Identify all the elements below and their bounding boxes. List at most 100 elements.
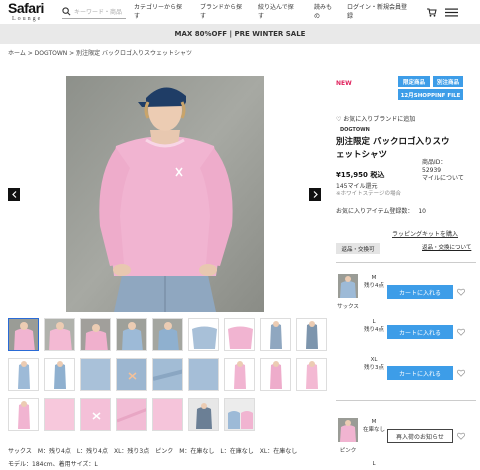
favorite-count: お気に入りアイテム登録数： 10 [336, 206, 426, 215]
thumbnail[interactable] [152, 318, 183, 351]
menu-icon[interactable] [445, 8, 458, 17]
nav-reading[interactable]: 読みも の [314, 3, 336, 21]
cart-icon[interactable] [427, 8, 437, 17]
variant-color-pink: ピンク [339, 448, 357, 454]
thumbnail[interactable] [8, 358, 39, 391]
thumbnail[interactable] [224, 358, 255, 391]
stock-summary: サックス M：残り4点 L：残り4点 XL：残り3点 ピンク M：在庫なし L：… [8, 448, 298, 455]
prev-photo-button[interactable] [8, 188, 20, 201]
model-info: モデル：184cm、着用サイズ：L [8, 461, 98, 468]
heart-icon[interactable] [457, 432, 465, 440]
sale-banner-text: MAX 80%OFF | PRE WINTER SALE [174, 30, 306, 38]
size-name: XL [370, 357, 378, 363]
restock-notify-button[interactable]: 再入荷のお知らせ [387, 429, 453, 443]
tag-shopping-file-text: 12月SHOPPINF FILE [400, 92, 461, 99]
variant-image-pink[interactable] [338, 418, 358, 442]
new-label: NEW [336, 80, 352, 87]
thumbnail[interactable] [80, 398, 111, 431]
thumbnail[interactable] [152, 398, 183, 431]
nav-category-line2: す [134, 13, 141, 20]
thumbnail[interactable] [224, 398, 255, 431]
nav-brand-line2: す [200, 13, 207, 20]
thumbnail[interactable] [152, 358, 183, 391]
heart-icon[interactable] [457, 288, 465, 296]
thumbnail[interactable] [80, 318, 111, 351]
miles-note: ※ホワイトステージの場合 [336, 191, 401, 197]
thumbnail[interactable] [116, 318, 147, 351]
product-id-block: 商品ID： 52939 マイルについて [422, 159, 468, 183]
size-name: L [372, 319, 376, 325]
wrapping-kit-link[interactable]: ラッピングキットを購入 [392, 229, 458, 238]
thumbnail[interactable] [8, 318, 39, 351]
favorite-count-label: お気に入りアイテム登録数： [336, 208, 414, 215]
tag-special-order-text: 別注商品 [436, 79, 459, 86]
nav-reading-line2: の [314, 13, 321, 20]
size-label: M 在庫なし [363, 418, 385, 434]
thumbnail[interactable] [80, 358, 111, 391]
nav-filter[interactable]: 絞り込んで探 す [258, 3, 322, 21]
size-label: M 残り4点 [363, 274, 385, 290]
main-product-photo [66, 76, 264, 312]
add-to-cart-label: カートに入れる [398, 370, 441, 378]
logo-sub-text: Lounge [12, 16, 43, 22]
tag-limited-text: 限定商品 [402, 79, 425, 86]
thumbnail[interactable] [116, 358, 147, 391]
stock-status: 残り3点 [364, 365, 384, 371]
restock-notify-label: 再入荷のお知らせ [396, 433, 444, 441]
nav-login-line1: ログイン・新規会員登 [347, 4, 408, 11]
size-label: XL 残り3点 [363, 356, 385, 372]
stock-status: 在庫なし [363, 427, 386, 433]
variant-image-blue[interactable] [338, 274, 358, 298]
thumbnail[interactable] [296, 358, 327, 391]
add-to-cart-button[interactable]: カートに入れる [387, 366, 453, 380]
nav-brand-line1: ブランドから探 [200, 4, 243, 11]
thumbnail[interactable] [188, 398, 219, 431]
thumbnail[interactable] [224, 318, 255, 351]
add-to-cart-label: カートに入れる [398, 289, 441, 297]
search-icon [62, 7, 71, 16]
product-id-value: 52939 [422, 167, 442, 174]
divider [336, 400, 476, 401]
sale-banner[interactable]: MAX 80%OFF | PRE WINTER SALE [0, 24, 480, 44]
returns-badge-text: 返品・交換可 [341, 246, 375, 253]
breadcrumb[interactable]: ホーム > DOGTOWN > 別注限定 バックロゴ入りスウェットシャツ [8, 48, 192, 57]
size-name: M [371, 275, 377, 281]
returns-info-link[interactable]: 返品・交換について [422, 244, 472, 253]
thumbnail[interactable] [296, 318, 327, 351]
thumbnail[interactable] [260, 358, 291, 391]
thumbnail[interactable] [188, 358, 219, 391]
nav-login-line2: 録 [347, 13, 354, 20]
nav-category-line1: カテゴリーから探 [134, 4, 183, 11]
thumbnail[interactable] [188, 318, 219, 351]
miles-about-link[interactable]: マイルについて [422, 175, 468, 183]
tag-limited: 限定商品 [398, 76, 430, 87]
thumbnail[interactable] [116, 398, 147, 431]
favorite-count-value: 10 [418, 208, 426, 215]
size-name: M [371, 419, 377, 425]
tag-shopping-file: 12月SHOPPINF FILE [398, 89, 463, 100]
brand-name[interactable]: DOGTOWN [340, 127, 370, 133]
nav-filter-line2: す [258, 13, 265, 20]
add-to-cart-button[interactable]: カートに入れる [387, 325, 453, 339]
next-photo-button[interactable] [309, 188, 321, 201]
thumbnail[interactable] [44, 358, 75, 391]
thumbnail[interactable] [44, 398, 75, 431]
add-to-cart-label: カートに入れる [398, 329, 441, 337]
add-to-cart-button[interactable]: カートに入れる [387, 285, 453, 299]
thumbnail[interactable] [260, 318, 291, 351]
nav-login[interactable]: ログイン・新規会員登 録 [347, 3, 413, 21]
heart-icon[interactable] [457, 369, 465, 377]
search-input[interactable]: キーワード・商品 [62, 5, 126, 19]
site-logo[interactable]: Safari Lounge [8, 1, 54, 22]
variant-color-blue: サックス [337, 304, 359, 310]
nav-category[interactable]: カテゴリーから探 す [134, 3, 198, 21]
heart-icon[interactable] [457, 328, 465, 336]
divider [336, 262, 476, 263]
thumbnail[interactable] [44, 318, 75, 351]
price: ¥15,950 税込 [336, 171, 385, 179]
breadcrumb-text: ホーム > DOGTOWN > 別注限定 バックロゴ入りスウェットシャツ [8, 50, 192, 57]
nav-brand[interactable]: ブランドから探 す [200, 3, 264, 21]
add-brand-favorite-link[interactable]: ♡ お気に入りブランドに追加 [336, 114, 415, 123]
thumbnail[interactable] [8, 398, 39, 431]
size-name: L [372, 461, 376, 467]
